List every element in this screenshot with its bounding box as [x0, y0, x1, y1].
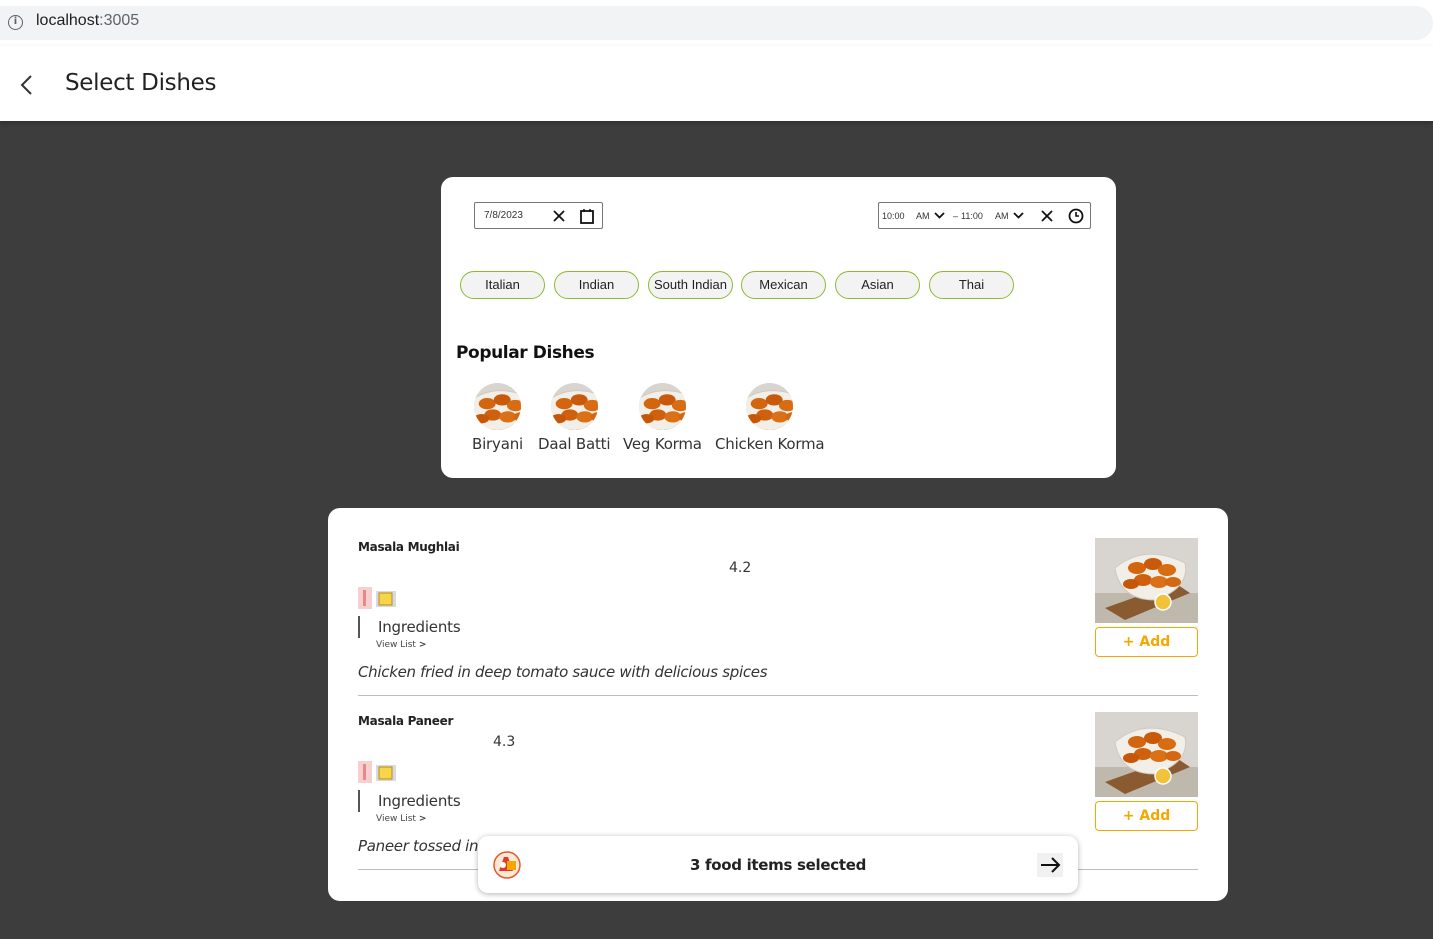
popular-dish-biryani[interactable]: Biryani	[472, 383, 523, 453]
end-period[interactable]: AM	[995, 211, 1009, 221]
dish-label: Veg Korma	[623, 435, 702, 453]
cuisine-chip-asian[interactable]: Asian	[835, 271, 920, 299]
dish-avatar	[550, 383, 598, 430]
dish-image	[1095, 712, 1198, 797]
clock-icon[interactable]	[1068, 208, 1084, 224]
cuisine-chip-thai[interactable]: Thai	[929, 271, 1014, 299]
arrow-right-icon[interactable]	[1037, 853, 1063, 877]
address-field[interactable]	[0, 6, 1433, 40]
add-button[interactable]: + Add	[1095, 801, 1198, 831]
back-arrow-icon[interactable]	[16, 71, 40, 99]
dietary-tag-icons	[358, 587, 396, 609]
dish-item: Masala Paneer 4.3 Ingredients View List …	[358, 682, 1198, 870]
time-separator: –	[953, 211, 959, 221]
ingredients-divider	[358, 790, 360, 812]
popular-dish-daal-batti[interactable]: Daal Batti	[538, 383, 610, 453]
popular-dishes-heading: Popular Dishes	[456, 343, 595, 363]
calendar-icon[interactable]	[579, 208, 595, 224]
popular-dish-veg-korma[interactable]: Veg Korma	[623, 383, 702, 453]
dish-label: Daal Batti	[538, 435, 611, 453]
dietary-tag-icons	[358, 761, 396, 783]
dish-label: Biryani	[472, 435, 523, 453]
dish-description: Chicken fried in deep tomato sauce with …	[358, 663, 768, 681]
cuisine-chip-south-indian[interactable]: South Indian	[648, 271, 733, 299]
address-text[interactable]: localhost:3005	[36, 12, 139, 30]
date-input[interactable]: 7/8/2023	[474, 202, 603, 229]
page-title: Select Dishes	[65, 70, 217, 96]
chevron-down-icon[interactable]	[934, 211, 945, 220]
dish-avatar	[746, 383, 794, 430]
filter-card: 7/8/2023 10:00 AM – 11:00 AM Italian Ind…	[441, 177, 1116, 478]
dish-rating: 4.2	[729, 560, 752, 576]
view-list-link[interactable]: View List >	[376, 814, 426, 824]
cuisine-chip-italian[interactable]: Italian	[460, 271, 545, 299]
cuisine-chip-mexican[interactable]: Mexican	[741, 271, 826, 299]
popular-dish-chicken-korma[interactable]: Chicken Korma	[715, 383, 825, 453]
dish-name: Masala Mughlai	[358, 540, 460, 554]
dish-label: Chicken Korma	[715, 435, 825, 453]
dish-avatar	[638, 383, 686, 430]
ingredients-divider	[358, 616, 360, 638]
view-list-link[interactable]: View List >	[376, 640, 426, 650]
chevron-down-icon[interactable]	[1013, 211, 1024, 220]
dish-image	[1095, 538, 1198, 623]
ingredients-label: Ingredients	[378, 792, 461, 810]
chevron-right-icon: >	[418, 640, 427, 650]
dish-rating: 4.3	[493, 734, 516, 750]
chevron-right-icon: >	[418, 814, 427, 824]
ingredients-label: Ingredients	[378, 618, 461, 636]
app-header: Select Dishes	[0, 46, 1433, 121]
start-period[interactable]: AM	[916, 211, 930, 221]
selection-count-text: 3 food items selected	[689, 856, 867, 874]
start-time[interactable]: 10:00	[882, 211, 905, 221]
site-info-icon[interactable]: i	[8, 15, 23, 30]
dish-avatar	[473, 383, 521, 430]
end-time[interactable]: 11:00	[961, 211, 983, 221]
dish-description: Paneer tossed in	[358, 837, 479, 855]
add-button[interactable]: + Add	[1095, 627, 1198, 657]
clear-time-icon[interactable]	[1040, 209, 1054, 223]
selection-summary-bar[interactable]: 3 food items selected	[478, 836, 1078, 893]
time-range-input[interactable]: 10:00 AM – 11:00 AM	[878, 202, 1091, 229]
cuisine-chip-indian[interactable]: Indian	[554, 271, 639, 299]
date-value: 7/8/2023	[484, 210, 523, 221]
clear-date-icon[interactable]	[552, 209, 566, 223]
browser-url-bar: i localhost:3005	[0, 0, 1433, 46]
dish-item: Masala Mughlai 4.2 Ingredients View List…	[358, 508, 1198, 696]
dish-name: Masala Paneer	[358, 714, 454, 728]
